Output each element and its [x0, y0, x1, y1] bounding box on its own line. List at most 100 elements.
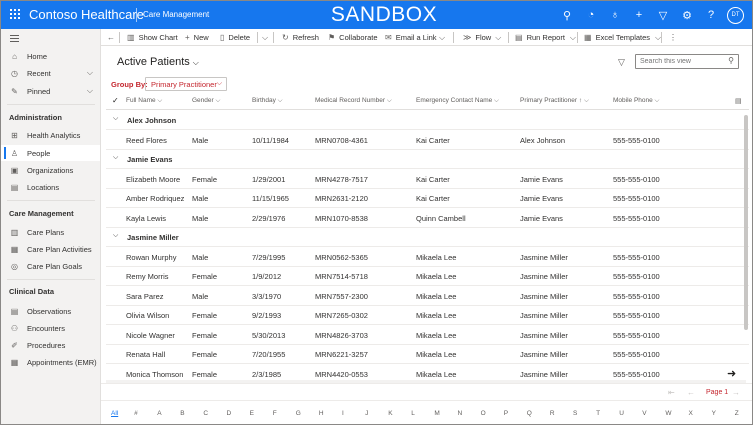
app-name[interactable]: Contoso Healthcare [29, 7, 144, 22]
sidebar-item-procedures[interactable]: ✐ Procedures [1, 337, 100, 353]
alphabet-filter-link[interactable]: W [665, 410, 671, 417]
alphabet-filter-link[interactable]: X [689, 410, 693, 417]
group-row[interactable]: ⌵ Alex Johnson [106, 111, 749, 130]
table-row[interactable]: Olivia Wilson Female 9/2/1993 MRN7265-0302 M… [106, 306, 749, 325]
column-header-full-name[interactable]: Full Name ⌵ [126, 97, 162, 105]
group-row[interactable]: ⌵ Jamie Evans [106, 150, 749, 169]
cell-full-name[interactable]: Rowan Murphy [126, 253, 176, 262]
sidebar-item-care-plan-activities[interactable]: ▦ Care Plan Activities [1, 241, 100, 257]
filter-icon[interactable]: ▽ [651, 9, 675, 22]
refresh-button[interactable]: ↻ Refresh [282, 31, 319, 44]
cell-full-name[interactable]: Olivia Wilson [126, 311, 169, 320]
column-header-emergency-contact[interactable]: Emergency Contact Name ⌵ [416, 97, 499, 105]
alphabet-filter-link[interactable]: T [596, 410, 600, 417]
sidebar-item-organizations[interactable]: ▣ Organizations [1, 162, 100, 178]
help-icon[interactable]: ? [699, 9, 723, 21]
alphabet-filter-link[interactable]: B [180, 410, 184, 417]
alphabet-filter-link[interactable]: I [342, 410, 344, 417]
cell-full-name[interactable]: Nicole Wagner [126, 331, 175, 340]
sidebar-item-care-plans[interactable]: ▥ Care Plans [1, 224, 100, 240]
sidebar-item-observations[interactable]: ▤ Observations [1, 303, 100, 319]
cell-full-name[interactable]: Kayla Lewis [126, 214, 166, 223]
alphabet-filter-link[interactable]: Q [527, 410, 532, 417]
sidebar-item-locations[interactable]: ▤ Locations [1, 179, 100, 195]
alphabet-filter-link[interactable]: L [411, 410, 415, 417]
scroll-right-arrow-icon[interactable]: ➜ [727, 367, 736, 380]
select-all-checkbox[interactable]: ✓ [112, 96, 119, 105]
show-chart-button[interactable]: ▥ Show Chart [127, 31, 178, 44]
search-icon[interactable]: ⚲ [555, 9, 579, 22]
view-selector[interactable]: Active Patients ⌵ [117, 56, 199, 68]
lightbulb-icon[interactable]: ♁ [603, 9, 627, 21]
new-button[interactable]: + New [185, 31, 209, 44]
gear-icon[interactable]: ⚙ [675, 9, 699, 22]
next-page-icon[interactable]: → [732, 388, 740, 397]
table-row[interactable]: Kayla Lewis Male 2/29/1976 MRN1070-8538 Quin… [106, 209, 749, 228]
alphabet-filter-link[interactable]: C [203, 410, 208, 417]
alphabet-filter-link[interactable]: R [550, 410, 555, 417]
cell-full-name[interactable]: Elizabeth Moore [126, 175, 180, 184]
collaborate-button[interactable]: ⚑ Collaborate [328, 31, 378, 44]
column-header-mrn[interactable]: Medical Record Number ⌵ [315, 97, 392, 105]
first-page-icon[interactable]: ⇤ [668, 388, 675, 397]
cell-full-name[interactable]: Amber Rodriquez [126, 194, 184, 203]
cell-full-name[interactable]: Reed Flores [126, 136, 167, 145]
hamburger-menu-icon[interactable] [10, 35, 19, 44]
alphabet-filter-link[interactable]: F [273, 410, 277, 417]
sidebar-item-encounters[interactable]: ⚇ Encounters [1, 320, 100, 336]
group-by-select[interactable]: Primary Practitioner ⌵ [145, 77, 227, 91]
collapse-chevron-icon[interactable]: ⌵ [113, 232, 118, 240]
sidebar-item-people[interactable]: ♙ People [1, 145, 100, 161]
column-header-mobile-phone[interactable]: Mobile Phone ⌵ [613, 97, 659, 105]
alphabet-filter-link[interactable]: A [157, 410, 161, 417]
table-row[interactable]: Rowan Murphy Male 7/29/1995 MRN0562-5365 Mik… [106, 248, 749, 267]
alphabet-filter-link[interactable]: # [134, 410, 138, 417]
avatar[interactable]: DT [727, 6, 744, 24]
table-row[interactable]: Nicole Wagner Female 5/30/2013 MRN4826-3703… [106, 326, 749, 345]
alphabet-filter-link[interactable]: J [365, 410, 368, 417]
back-button[interactable]: ← [107, 31, 119, 44]
filter-icon[interactable]: ▽ [618, 57, 625, 68]
email-link-dropdown[interactable]: ⌵ [439, 31, 449, 44]
cell-full-name[interactable]: Monica Thomson [126, 370, 183, 379]
sidebar-item-recent[interactable]: ◷ Recent ⌵ [1, 65, 100, 81]
delete-dropdown-button[interactable]: ⌵ [262, 31, 272, 44]
sidebar-item-care-plan-goals[interactable]: ◎ Care Plan Goals [1, 258, 100, 274]
cell-full-name[interactable]: Remy Morris [126, 272, 169, 281]
alphabet-filter-link[interactable]: Y [712, 410, 716, 417]
alphabet-filter-link[interactable]: O [481, 410, 486, 417]
table-row[interactable]: Sara Parez Male 3/3/1970 MRN7557-2300 Mikael… [106, 287, 749, 306]
alphabet-filter-link[interactable]: P [504, 410, 508, 417]
alphabet-filter-link[interactable]: U [619, 410, 624, 417]
alphabet-filter-link[interactable]: N [458, 410, 463, 417]
group-row[interactable]: ⌵ Jasmine Miller [106, 228, 749, 247]
alphabet-filter-link[interactable]: Z [735, 410, 739, 417]
collapse-chevron-icon[interactable]: ⌵ [113, 115, 118, 123]
delete-button[interactable]: ▯ Delete [220, 31, 250, 44]
alphabet-filter-link[interactable]: S [573, 410, 577, 417]
alphabet-filter-link[interactable]: H [319, 410, 324, 417]
flow-button[interactable]: ≫ Flow ⌵ [463, 31, 505, 44]
sidebar-item-home[interactable]: ⌂ Home [1, 48, 100, 64]
chevron-down-icon[interactable]: ⌵ [87, 68, 93, 78]
table-row[interactable]: Remy Morris Female 1/9/2012 MRN7514-5718 Mik… [106, 267, 749, 286]
alphabet-filter-link[interactable]: E [250, 410, 254, 417]
alphabet-filter-link[interactable]: G [296, 410, 301, 417]
collapse-chevron-icon[interactable]: ⌵ [113, 154, 118, 162]
run-report-button[interactable]: ▤ Run Report ⌵ [515, 31, 580, 44]
more-commands-button[interactable]: ⋮ [669, 31, 681, 44]
alphabet-filter-link[interactable]: K [388, 410, 392, 417]
alphabet-filter-link[interactable]: D [227, 410, 232, 417]
table-row[interactable]: Reed Flores Male 10/11/1984 MRN0708-4361 Kai… [106, 131, 749, 150]
column-header-primary-practitioner[interactable]: Primary Practitioner ↑ ⌵ [520, 97, 589, 105]
column-header-birthday[interactable]: Birthday ⌵ [252, 97, 283, 105]
plus-icon[interactable]: + [627, 9, 651, 21]
email-link-button[interactable]: ✉ Email a Link [385, 31, 437, 44]
cell-full-name[interactable]: Sara Parez [126, 292, 164, 301]
table-row[interactable]: Elizabeth Moore Female 1/29/2001 MRN4278-75… [106, 170, 749, 189]
table-row[interactable]: Amber Rodriquez Male 11/15/1965 MRN2631-212… [106, 189, 749, 208]
alphabet-filter-link[interactable]: M [434, 410, 439, 417]
sidebar-item-appointments[interactable]: ▦ Appointments (EMR) [1, 354, 100, 370]
task-flow-icon[interactable]: ◔ [579, 9, 603, 21]
scrollbar-thumb[interactable] [744, 115, 748, 330]
